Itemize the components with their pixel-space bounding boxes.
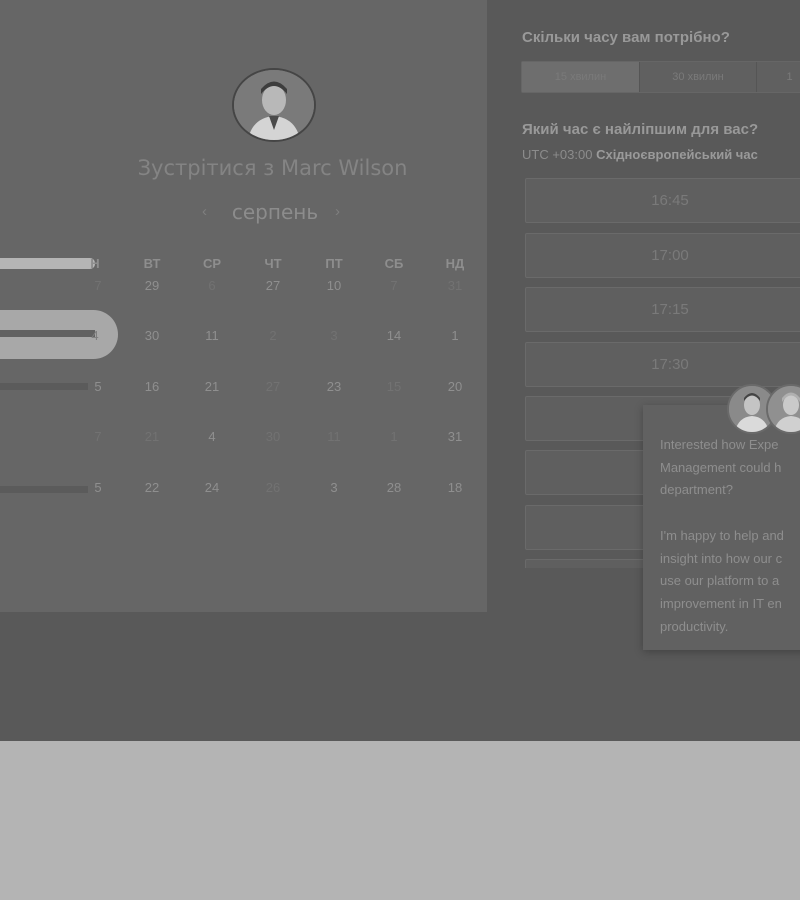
chevron-left-icon[interactable]: ‹ — [202, 203, 207, 220]
meeting-title: Зустрітися з Marc Wilson — [137, 156, 408, 180]
calendar-day[interactable]: 31 — [435, 278, 475, 293]
calendar-day[interactable]: 18 — [435, 480, 475, 495]
calendar-day[interactable]: 20 — [435, 379, 475, 394]
calendar-grid: Н ВТ СР ЧТ ПТ СБ НД 7 29 6 27 10 7 31 4 … — [0, 250, 487, 520]
calendar-day[interactable]: 7 — [78, 429, 118, 444]
calendar-day[interactable]: 3 — [314, 328, 354, 343]
calendar-day[interactable]: 30 — [132, 328, 172, 343]
time-slot[interactable]: 16:45 — [525, 178, 800, 223]
calendar-day[interactable]: 23 — [314, 379, 354, 394]
calendar-day[interactable]: 7 — [78, 278, 118, 293]
calendar-day[interactable]: 29 — [132, 278, 172, 293]
host-avatar — [232, 68, 316, 142]
timezone-offset: UTC +03:00 — [522, 147, 593, 162]
calendar-day[interactable]: 14 — [374, 328, 414, 343]
chevron-right-icon[interactable]: › — [335, 203, 340, 220]
range-slider-track[interactable] — [0, 486, 88, 493]
person-icon — [768, 386, 800, 432]
chat-popup[interactable]: Interested how Expe Management could h d… — [643, 405, 800, 650]
calendar-day[interactable]: 24 — [192, 480, 232, 495]
timezone-line[interactable]: UTC +03:00 Східноєвропейський час — [522, 147, 758, 162]
calendar-day[interactable]: 28 — [374, 480, 414, 495]
duration-option-60[interactable]: 1 — [757, 62, 800, 92]
calendar-day[interactable]: 11 — [314, 429, 354, 444]
calendar-day[interactable]: 4 — [75, 328, 115, 343]
calendar-day[interactable]: 16 — [132, 379, 172, 394]
weekday-label: ПТ — [325, 256, 343, 271]
timezone-name: Східноєвропейський час — [596, 147, 758, 162]
calendar-day[interactable]: 5 — [78, 379, 118, 394]
person-icon — [234, 70, 314, 140]
scheduler-app: Зустрітися з Marc Wilson ‹ серпень › Н В… — [0, 0, 800, 741]
calendar-day[interactable]: 21 — [132, 429, 172, 444]
calendar-day[interactable]: 5 — [78, 480, 118, 495]
weekday-label: ЧТ — [264, 256, 282, 271]
calendar-day[interactable]: 15 — [374, 379, 414, 394]
calendar-day[interactable]: 11 — [192, 328, 232, 343]
calendar-day[interactable]: 4 — [192, 429, 232, 444]
calendar-day[interactable]: 10 — [314, 278, 354, 293]
current-month: серпень — [231, 200, 319, 224]
duration-option-30[interactable]: 30 хвилин — [640, 62, 757, 92]
weekday-label: НД — [445, 256, 465, 271]
weekday-label: СР — [202, 256, 222, 271]
weekday-label: Н — [90, 256, 100, 271]
chat-message: Interested how Expe Management could h d… — [660, 437, 784, 634]
calendar-day[interactable]: 1 — [435, 328, 475, 343]
calendar-panel: Зустрітися з Marc Wilson ‹ серпень › Н В… — [0, 0, 487, 612]
calendar-day[interactable]: 30 — [253, 429, 293, 444]
duration-question: Скільки часу вам потрібно? — [522, 29, 730, 46]
month-navigator: ‹ серпень › — [200, 200, 350, 226]
calendar-day[interactable]: 7 — [374, 278, 414, 293]
duration-option-15[interactable]: 15 хвилин — [522, 62, 640, 92]
calendar-day[interactable]: 6 — [192, 278, 232, 293]
calendar-day[interactable]: 27 — [253, 278, 293, 293]
time-slot[interactable]: 17:00 — [525, 233, 800, 278]
calendar-day[interactable]: 26 — [253, 480, 293, 495]
calendar-day[interactable]: 2 — [253, 328, 293, 343]
calendar-day[interactable]: 21 — [192, 379, 232, 394]
time-slot[interactable]: 17:15 — [525, 287, 800, 332]
calendar-day[interactable]: 31 — [435, 429, 475, 444]
range-slider-track[interactable] — [0, 383, 88, 390]
duration-selector: 15 хвилин 30 хвилин 1 — [521, 61, 800, 93]
time-question: Який час є найліпшим для вас? — [522, 121, 759, 138]
calendar-day[interactable]: 1 — [374, 429, 414, 444]
weekday-label: ВТ — [143, 256, 161, 271]
time-slot[interactable]: 17:30 — [525, 342, 800, 387]
calendar-day[interactable]: 22 — [132, 480, 172, 495]
weekday-label: СБ — [384, 256, 404, 271]
calendar-day[interactable]: 3 — [314, 480, 354, 495]
calendar-day[interactable]: 27 — [253, 379, 293, 394]
